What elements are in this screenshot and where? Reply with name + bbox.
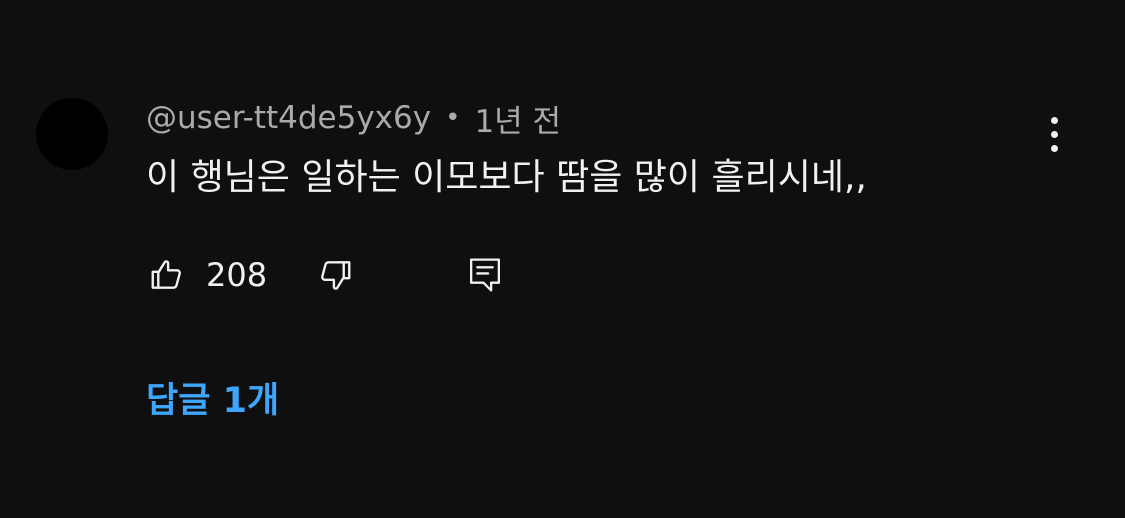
menu-dot: [1050, 144, 1058, 152]
thumbs-up-icon: [151, 260, 181, 289]
thumbs-down-icon: [321, 261, 351, 290]
like-count: 208: [206, 256, 268, 294]
more-menu-button[interactable]: [1032, 112, 1076, 156]
comment-actions: 208: [146, 250, 546, 300]
menu-dot: [1050, 116, 1058, 124]
author-name[interactable]: @user-tt4de5yx6y: [146, 100, 431, 136]
separator-dot: •: [445, 103, 461, 133]
view-replies-button[interactable]: 답글 1개: [146, 374, 279, 428]
menu-dot: [1050, 130, 1058, 138]
comment-item: @user-tt4de5yx6y • 1년 전 이 행님은 일하는 이모보다 땀…: [0, 0, 1125, 518]
avatar[interactable]: [36, 98, 108, 170]
reply-button[interactable]: [464, 250, 506, 300]
comment-text: 이 행님은 일하는 이모보다 땀을 많이 흘리시네,,: [146, 157, 867, 198]
comment-header: @user-tt4de5yx6y • 1년 전: [146, 96, 561, 140]
like-button[interactable]: [146, 250, 188, 300]
comment-icon: [470, 258, 500, 292]
dislike-button[interactable]: [314, 250, 356, 300]
comment-time[interactable]: 1년 전: [474, 96, 561, 141]
